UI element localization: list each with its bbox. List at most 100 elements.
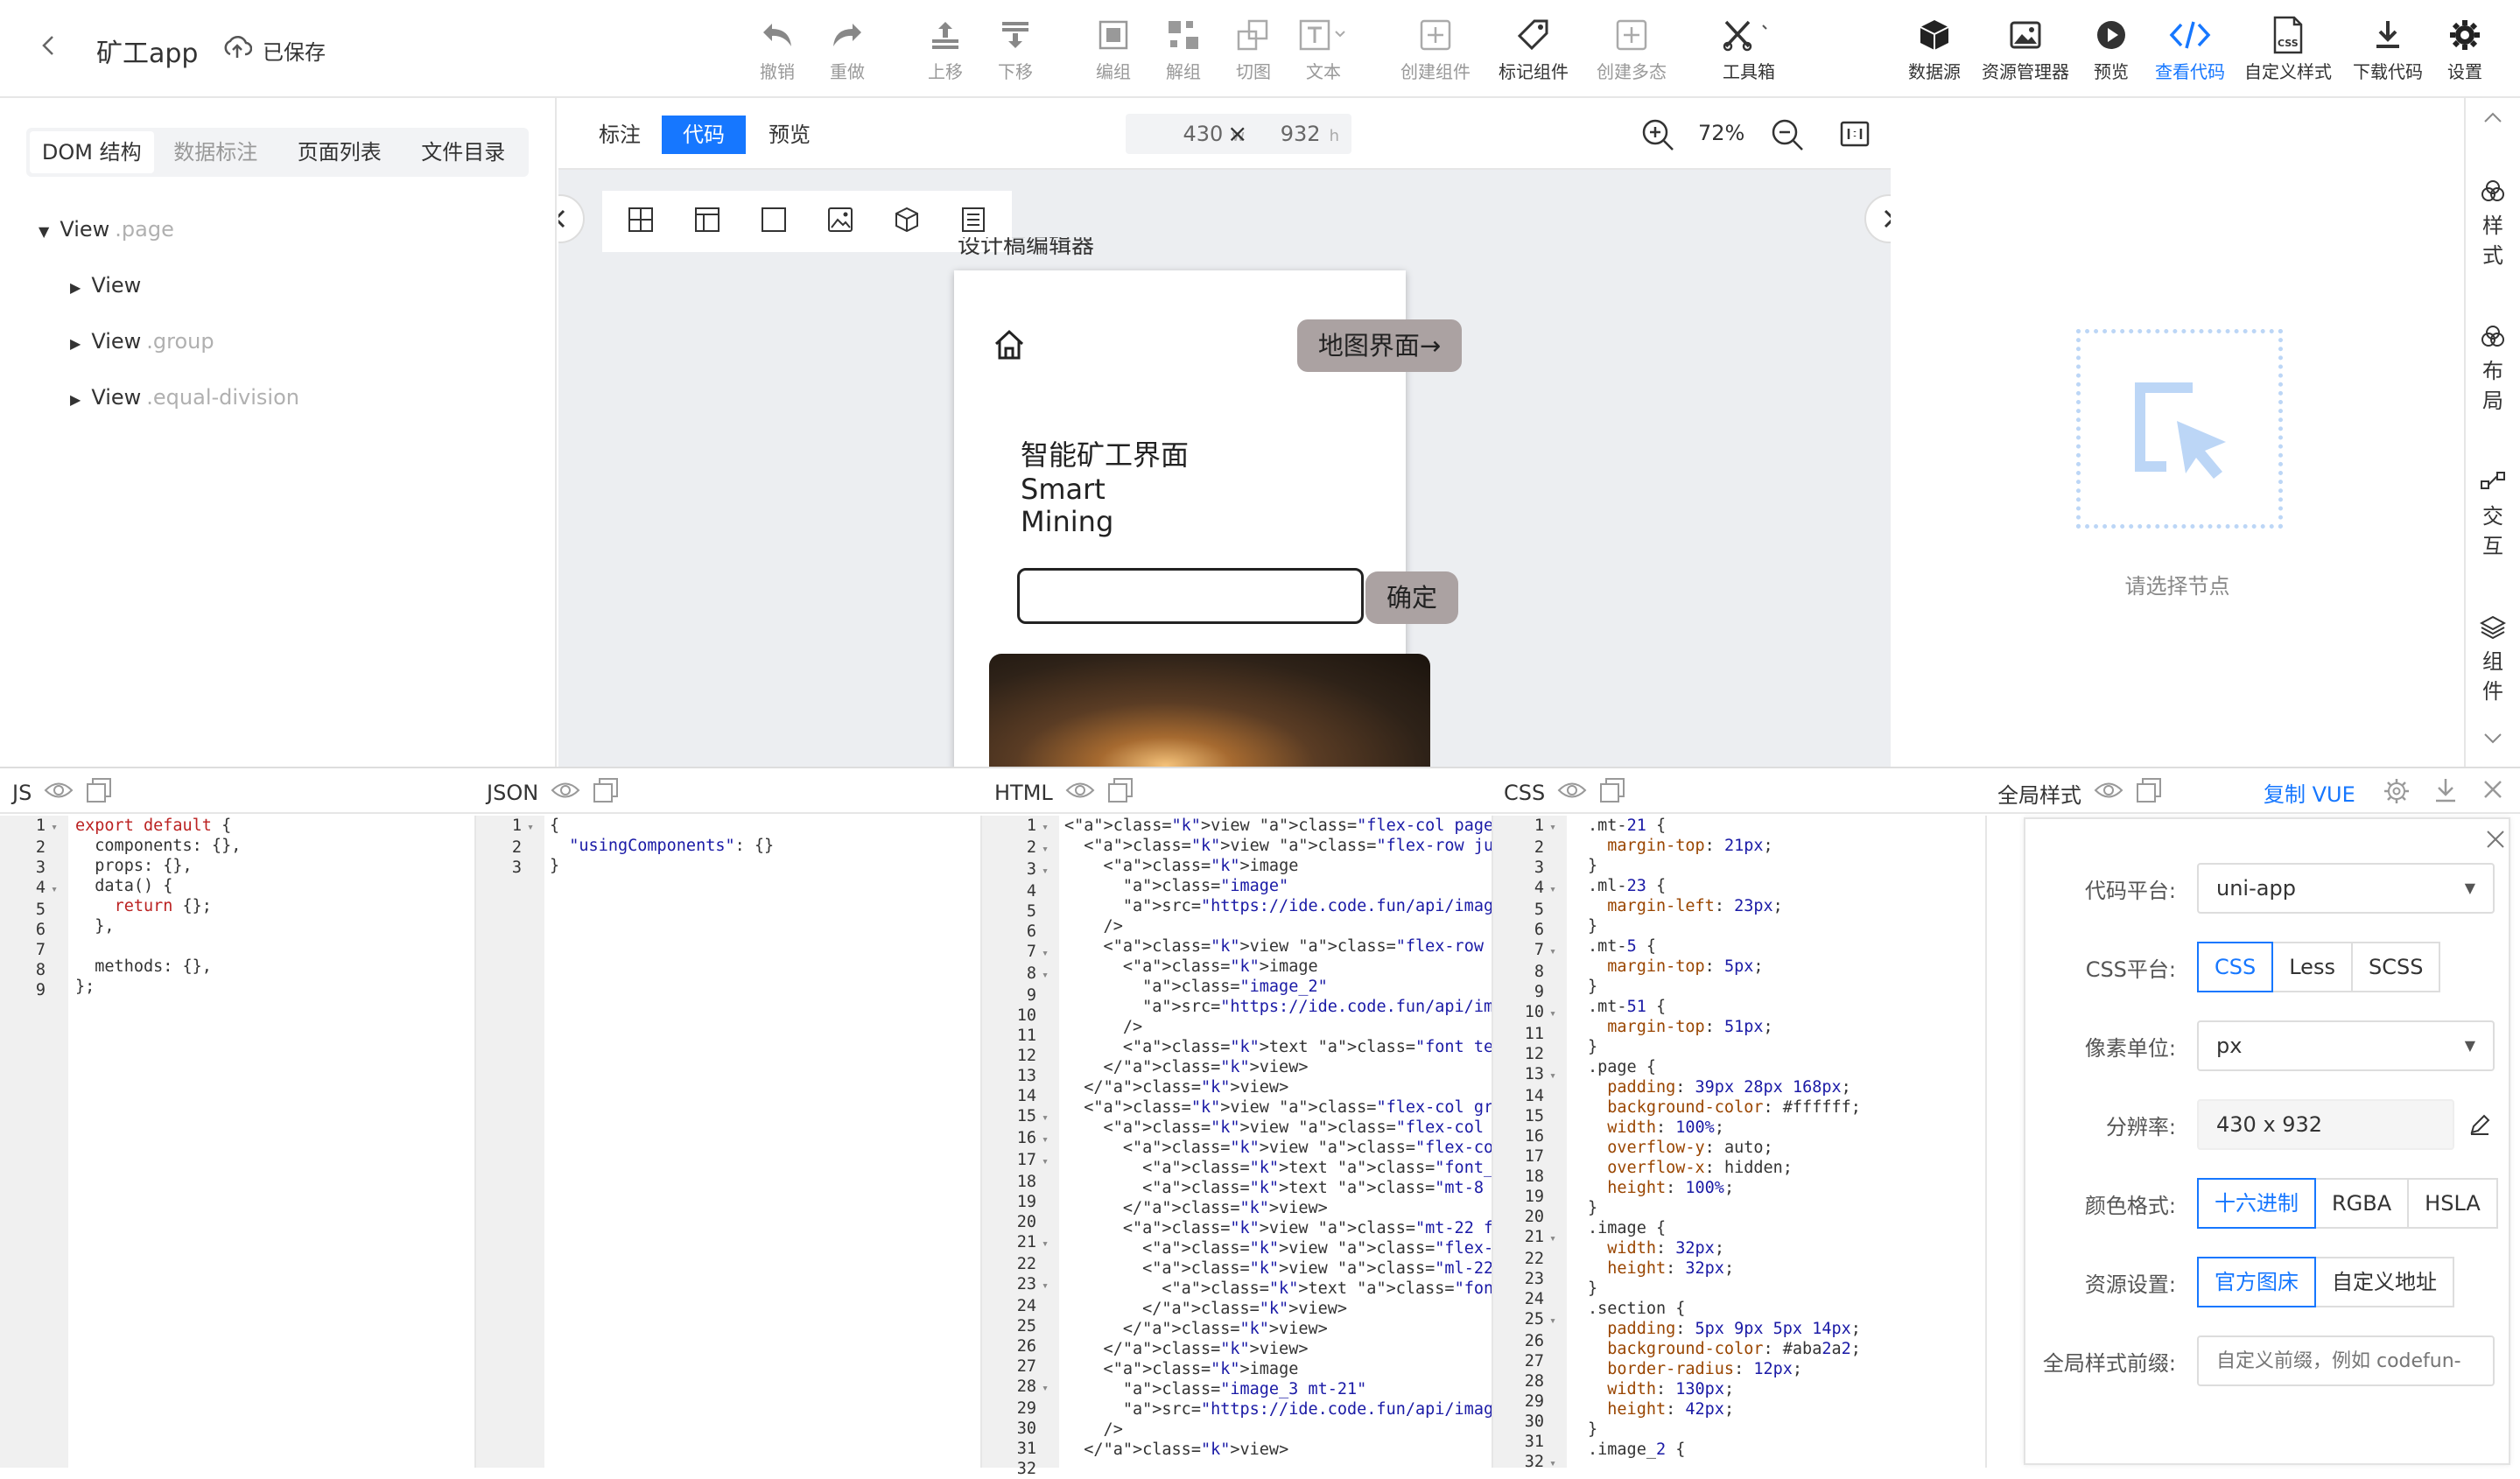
- collapse-left-button[interactable]: [558, 194, 585, 243]
- option-css[interactable]: CSS: [2197, 942, 2274, 992]
- line-number: 29: [1524, 1392, 1544, 1411]
- toolbox-button[interactable]: 工具箱: [1707, 16, 1791, 83]
- copy-icon[interactable]: [2136, 777, 2162, 809]
- code-platform-select[interactable]: uni-app ▼: [2197, 863, 2495, 914]
- fit-screen-icon[interactable]: [1840, 121, 1870, 151]
- tab-file-directory[interactable]: 文件目录: [402, 131, 526, 173]
- eye-icon[interactable]: [1557, 781, 1587, 805]
- option-hsla[interactable]: HSLA: [2407, 1178, 2498, 1229]
- plus-square-icon: [1588, 16, 1675, 54]
- create-polymorph-button[interactable]: 创建多态: [1588, 16, 1675, 83]
- map-button-label: 地图界面→: [1317, 331, 1442, 361]
- mark-component-button[interactable]: 标记组件: [1490, 16, 1577, 83]
- line-number: 26: [1016, 1337, 1036, 1356]
- copy-icon[interactable]: [1599, 777, 1625, 809]
- eye-icon[interactable]: [44, 781, 74, 805]
- create-component-button[interactable]: 创建组件: [1392, 16, 1479, 83]
- code-line: props: {},: [75, 857, 193, 875]
- close-icon[interactable]: [2482, 779, 2503, 803]
- option-rgba[interactable]: RGBA: [2314, 1178, 2410, 1229]
- option-custom-address[interactable]: 自定义地址: [2314, 1257, 2454, 1307]
- tab-layout-label: 布局: [2482, 359, 2503, 413]
- tree-node-page[interactable]: ▼ View .page: [39, 217, 174, 242]
- html-panel-header: HTML: [994, 777, 1134, 809]
- tab-page-list[interactable]: 页面列表: [277, 131, 402, 173]
- eye-icon[interactable]: [2094, 781, 2123, 805]
- tab-data-annotation[interactable]: 数据标注: [154, 131, 278, 173]
- list-icon[interactable]: [960, 207, 986, 236]
- code-line: "a">src: [1122, 897, 1191, 915]
- datasource-button[interactable]: 数据源: [1892, 16, 1976, 83]
- option-less[interactable]: Less: [2271, 942, 2353, 992]
- pixel-unit-select[interactable]: px ▼: [2197, 1020, 2495, 1071]
- line-number: 17 ▾: [1016, 1151, 1049, 1169]
- chevron-down-icon[interactable]: [2483, 732, 2502, 748]
- eye-icon[interactable]: [551, 781, 580, 805]
- redo-button[interactable]: 重做: [805, 16, 889, 83]
- option-scss[interactable]: SCSS: [2350, 942, 2441, 992]
- copy-icon[interactable]: [593, 777, 619, 809]
- tab-layout[interactable]: 布局: [2466, 324, 2520, 416]
- line-number: 18: [1016, 1173, 1036, 1191]
- phone-input[interactable]: [1017, 568, 1364, 624]
- asset-manager-button[interactable]: 资源管理器: [1975, 16, 2076, 83]
- copy-icon[interactable]: [86, 777, 112, 809]
- edit-icon[interactable]: [2468, 1113, 2491, 1139]
- layout-grid-icon[interactable]: [628, 207, 654, 236]
- eye-icon[interactable]: [1065, 781, 1095, 805]
- option-official-host[interactable]: 官方图床: [2197, 1257, 2316, 1307]
- copy-icon[interactable]: [1107, 777, 1134, 809]
- js-code-editor[interactable]: export default { components: {}, props: …: [75, 816, 474, 1468]
- code-line: </"a">class: [1064, 1300, 1250, 1318]
- json-code-editor[interactable]: { "usingComponents": {} }: [550, 816, 980, 1468]
- settings-button[interactable]: 设置: [2423, 16, 2507, 83]
- tab-dom-structure[interactable]: DOM 结构: [30, 131, 154, 173]
- zoom-in-icon[interactable]: [1640, 117, 1675, 156]
- tab-style[interactable]: 样式: [2466, 179, 2520, 270]
- option-hex[interactable]: 十六进制: [2197, 1178, 2316, 1229]
- cube-icon[interactable]: [894, 207, 920, 236]
- preview-button[interactable]: 预览: [2069, 16, 2153, 83]
- collapse-right-button[interactable]: [1864, 194, 1891, 243]
- copy-vue-button[interactable]: 复制 VUE: [2264, 777, 2355, 808]
- line-number: 18: [1524, 1167, 1544, 1186]
- style-prefix-input[interactable]: [2197, 1335, 2495, 1386]
- height-input[interactable]: 932 h: [1252, 114, 1351, 154]
- tab-interaction[interactable]: 交互: [2466, 469, 2520, 561]
- close-icon[interactable]: [2486, 830, 2505, 852]
- gear-icon[interactable]: [2383, 777, 2411, 809]
- view-code-button[interactable]: 查看代码: [2146, 16, 2234, 83]
- tab-preview[interactable]: 预览: [748, 116, 832, 154]
- chevron-up-icon[interactable]: [2483, 110, 2502, 127]
- code-line: .image {: [1588, 1219, 1667, 1237]
- line-number: 11: [1016, 1027, 1036, 1045]
- back-icon[interactable]: [37, 33, 61, 58]
- js-panel-header: JS: [12, 777, 112, 809]
- html-code-editor[interactable]: <"a">class="k">view "a">class="flex-col …: [1064, 816, 1492, 1468]
- tree-node-equal-division[interactable]: ▶ View .equal-division: [70, 385, 299, 410]
- download-code-button[interactable]: 下载代码: [2346, 16, 2430, 83]
- line-number: 25 ▾: [1524, 1310, 1556, 1328]
- app-title[interactable]: 矿工app: [96, 32, 198, 70]
- map-button[interactable]: 地图界面→: [1297, 319, 1462, 372]
- css-code-editor[interactable]: .mt-21 { margin-top: 21px; } .ml-23 { ma…: [1588, 816, 1982, 1468]
- rectangle-icon[interactable]: [761, 207, 787, 236]
- image-icon[interactable]: [827, 207, 853, 236]
- tab-annotation[interactable]: 标注: [578, 116, 662, 154]
- confirm-button[interactable]: 确定: [1365, 571, 1458, 624]
- layout-panel-icon[interactable]: [694, 207, 720, 236]
- select-node-placeholder-icon: [2076, 329, 2283, 529]
- code-line: }: [1588, 857, 1598, 875]
- line-number: 28: [1524, 1372, 1544, 1391]
- home-icon[interactable]: [993, 328, 1026, 365]
- code-line: width: 32px;: [1607, 1239, 1724, 1258]
- tab-code[interactable]: 代码: [662, 116, 746, 154]
- text-button[interactable]: 文本: [1281, 16, 1365, 83]
- zoom-out-icon[interactable]: [1770, 117, 1805, 156]
- download-icon[interactable]: [2433, 777, 2458, 807]
- tab-components[interactable]: 组件: [2466, 614, 2520, 706]
- tree-node-group[interactable]: ▶ View .group: [70, 329, 214, 354]
- move-down-button[interactable]: 下移: [973, 16, 1057, 83]
- tree-node-view[interactable]: ▶ View: [70, 273, 146, 298]
- custom-style-button[interactable]: CSS 自定义样式: [2239, 16, 2337, 83]
